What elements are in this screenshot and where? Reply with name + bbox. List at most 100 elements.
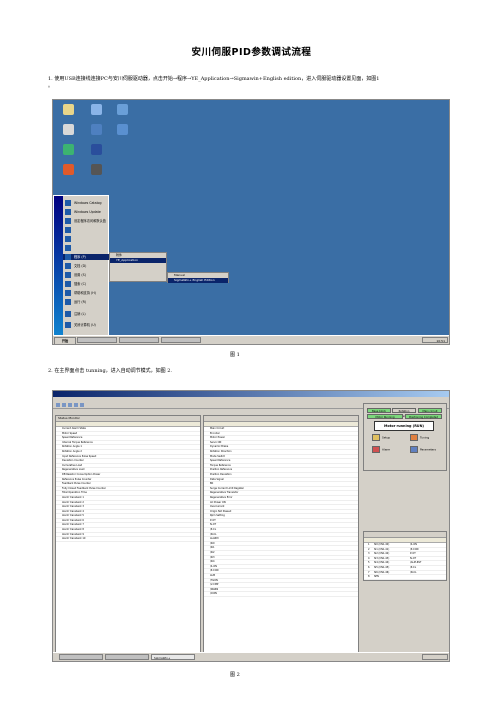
row-label: Dynamic Brake (210, 445, 229, 449)
submenu-item-ye-application[interactable]: YE_Application (110, 258, 166, 263)
submenu-item-sigmawin[interactable]: SigmaWin+ English Edition (168, 278, 228, 283)
step1-tail: 。 (48, 83, 54, 89)
start-menu-item[interactable] (65, 236, 74, 242)
toolbar-button[interactable] (74, 403, 78, 407)
row-label: /P-CL (210, 528, 217, 532)
row-label: Rotation Angle 1 (62, 445, 82, 449)
state-box: Positioning Completed (405, 414, 442, 419)
row-label: Alarm traceback 5 (62, 514, 84, 518)
state-box: Motor Running (367, 414, 403, 419)
menu-item-icon (65, 281, 71, 287)
row-label: Regenerative Error (210, 495, 233, 499)
row-label: /P-CON (210, 569, 219, 573)
row-label: Alarm traceback 1 (62, 495, 84, 499)
state-box: Rotation detected (392, 408, 416, 418)
row-label: Mode Switch (210, 454, 226, 458)
status-monitor-rows: Current Alarm State Motor Speed Speed Refe… (56, 427, 200, 542)
row-label: Feedback Pulse Counter (62, 482, 91, 486)
desktop-icon-8[interactable] (83, 144, 109, 155)
row-name: SI1 (CN1-41) (374, 547, 390, 551)
start-menu-item[interactable]: Windows Update (65, 209, 101, 215)
desktop-icon-6[interactable] (109, 124, 135, 135)
row-label: Regenerative Load (62, 468, 85, 472)
start-menu-item[interactable]: 设定程序访问和默认值 (65, 218, 106, 224)
row-label: Motor Power (210, 436, 225, 440)
row-label: /SI0 (210, 541, 215, 545)
row-label: Current Alarm State (62, 427, 86, 430)
desktop-icon-3[interactable] (109, 104, 135, 115)
start-menu-item[interactable]: 搜索 (C) (65, 281, 86, 287)
menu-item-icon (65, 299, 71, 305)
row-label: Alarm traceback 3 (62, 505, 84, 509)
start-menu-item[interactable]: 设置 (S) (65, 272, 86, 278)
desktop-icon-9[interactable] (55, 164, 81, 175)
row-label: Internal Torque Reference (62, 440, 93, 444)
status-monitor-panel: Status Monitor Current Alarm State Motor … (55, 415, 201, 653)
toolbar-button[interactable] (68, 403, 72, 407)
start-menu-item-programs[interactable]: 程序 (P) (63, 254, 110, 260)
start-menu-item[interactable]: 运行 (R) (65, 299, 86, 305)
row-label: /N-CL (210, 532, 217, 536)
taskbar-item[interactable] (59, 654, 103, 660)
alarm-control[interactable]: Alarm (372, 446, 390, 453)
taskbar-item[interactable] (77, 337, 117, 343)
toolbar-button[interactable] (80, 403, 84, 407)
system-tray-clock: 10:51 (422, 337, 448, 343)
start-menu-item[interactable]: Windows Catalog (65, 200, 101, 206)
desktop-icon-5[interactable] (83, 124, 109, 135)
taskbar-item[interactable] (161, 337, 201, 343)
table-row: /COIN (204, 592, 358, 597)
menu-item-icon (65, 200, 71, 206)
taskbar-item[interactable] (105, 654, 149, 660)
desktop-icon-2[interactable] (83, 104, 109, 115)
start-menu-item[interactable]: 注销 (L) (65, 311, 86, 317)
row-label: /SI2 (210, 551, 215, 555)
step1-line: 1. 使用USB连接线连接PC与安川伺服驱动器，点击开始→程序→YE_Appli… (48, 76, 380, 82)
programs-submenu: 附件 YE_Application (109, 252, 167, 282)
desktop-icon-1[interactable] (55, 104, 81, 115)
row-label: DB Resistor Consumption Power (62, 472, 101, 476)
menu-item-icon (65, 236, 71, 242)
start-button[interactable]: 开始 (54, 337, 76, 344)
toolbar-button[interactable] (56, 403, 60, 407)
row-signal: P-OT (410, 552, 416, 556)
start-menu-item[interactable]: 文档 (D) (65, 263, 86, 269)
row-label: Data Signal (210, 477, 224, 481)
row-label: /SI4 (210, 560, 215, 564)
motor-running-indicator: Motor running (RUN) (374, 421, 434, 431)
row-name: SI5 (CN1-45) (374, 565, 390, 569)
start-menu-item[interactable]: 关闭计算机 (U) (65, 322, 96, 328)
start-menu-item[interactable]: 帮助和支持 (H) (65, 290, 96, 296)
row-name: SI2 (CN1-42) (374, 552, 390, 556)
start-menu-band (54, 196, 63, 336)
figure-2-sigmawin: Status Monitor Current Alarm State Motor … (52, 390, 450, 662)
row-label: Torque Reference (210, 463, 231, 467)
row-label: BK (210, 482, 214, 486)
start-menu-item[interactable] (65, 227, 74, 233)
alarm-icon (372, 446, 380, 453)
row-label: Origin Not Passed (210, 509, 232, 513)
setup-control[interactable]: Setup (372, 434, 390, 441)
taskbar-item-sigmawin[interactable]: SigmaWin+ (151, 654, 195, 660)
tuning-control[interactable]: Tuning (410, 434, 429, 441)
signal-monitor-rows: Main Circuit Encoder Motor Power Servo ON Dy… (204, 427, 358, 597)
step2-text: 2. 在主界面点击 tunning，进入自动调节模式，如图 2. (48, 368, 173, 374)
desktop-icon-4[interactable] (55, 124, 81, 135)
menu-item-icon (65, 311, 71, 317)
fig2-system-tray (422, 654, 448, 660)
menu-item-icon (65, 209, 71, 215)
taskbar-item[interactable] (119, 337, 159, 343)
menu-item-icon (65, 263, 71, 269)
row-label: Deviation Counter (62, 459, 84, 463)
desktop-icon-10[interactable] (83, 164, 109, 175)
parameters-control[interactable]: Parameters (410, 446, 436, 453)
row-label: Input Reference Pulse Speed (62, 454, 97, 458)
row-signal: /S-ON (410, 543, 417, 546)
desktop-icon-7[interactable] (55, 144, 81, 155)
row-name: SI4 (CN1-44) (374, 561, 390, 565)
toolbar-button[interactable] (62, 403, 66, 407)
input-signal-rows: 1 SI0 (CN1-40)/S-ON 2 SI1 (CN1-41)/P-CON 3 SI… (364, 543, 446, 580)
row-label: Alarm traceback 10 (62, 537, 86, 541)
taskbar: 开始 10:51 (53, 335, 449, 344)
start-menu-item[interactable] (65, 245, 74, 251)
